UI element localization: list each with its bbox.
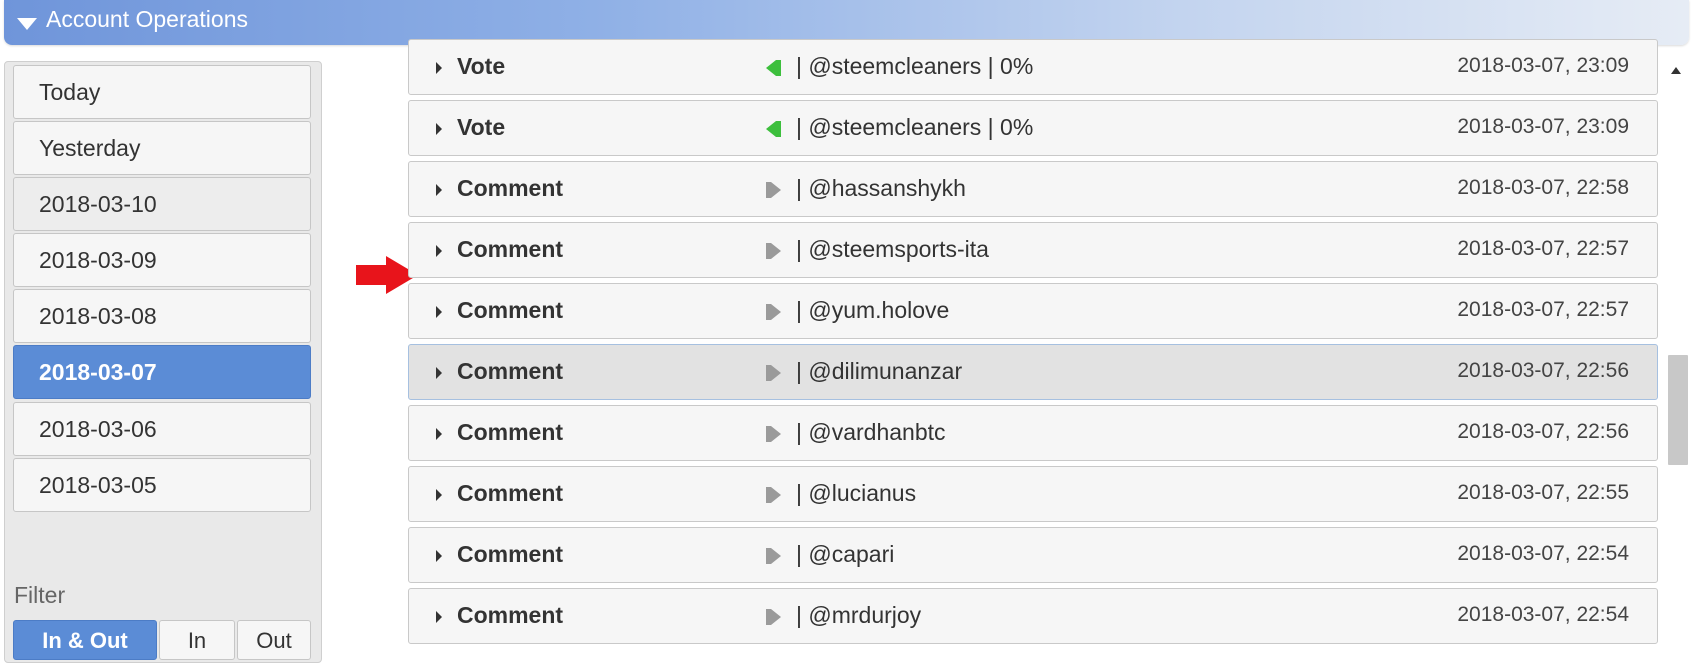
expand-caret-icon[interactable] [436, 550, 442, 562]
expand-caret-icon[interactable] [436, 184, 442, 196]
operation-timestamp: 2018-03-07, 23:09 [1457, 54, 1629, 77]
incoming-vote-icon [766, 60, 781, 76]
date-button-2018-03-08[interactable]: 2018-03-08 [13, 289, 311, 343]
scroll-up-arrow-icon[interactable] [1671, 67, 1681, 74]
operation-type: Comment [457, 541, 564, 567]
date-button-yesterday[interactable]: Yesterday [13, 121, 311, 175]
expand-caret-icon[interactable] [436, 245, 442, 257]
operation-type: Comment [457, 602, 564, 628]
operations-list: Vote | @steemcleaners | 0% 2018-03-07, 23:… [408, 0, 1658, 644]
operation-timestamp: 2018-03-07, 22:56 [1457, 359, 1629, 382]
date-button-2018-03-05[interactable]: 2018-03-05 [13, 458, 311, 512]
operation-timestamp: 2018-03-07, 22:58 [1457, 176, 1629, 199]
operation-row[interactable]: Comment | @lucianus 2018-03-07, 22:55 [408, 466, 1658, 522]
date-button-2018-03-06[interactable]: 2018-03-06 [13, 402, 311, 456]
operation-row[interactable]: Vote | @steemcleaners | 0% 2018-03-07, 23:… [408, 100, 1658, 156]
operation-target: | @steemcleaners | 0% [796, 114, 1034, 140]
filter-in-button[interactable]: In [159, 620, 235, 660]
operation-row[interactable]: Comment | @dilimunanzar 2018-03-07, 22:56 [408, 344, 1658, 400]
operation-type: Comment [457, 358, 564, 384]
operation-row[interactable]: Vote | @steemcleaners | 0% 2018-03-07, 23:… [408, 39, 1658, 95]
operation-target: | @dilimunanzar [796, 358, 963, 384]
operation-row[interactable]: Comment | @steemsports-ita 2018-03-07, 22:… [408, 222, 1658, 278]
expand-caret-icon[interactable] [436, 611, 442, 623]
operation-type: Comment [457, 480, 564, 506]
operation-timestamp: 2018-03-07, 22:57 [1457, 298, 1629, 321]
scrollbar-thumb[interactable] [1668, 355, 1688, 465]
operation-target: | @capari [796, 541, 895, 567]
operation-target: | @mrdurjoy [796, 602, 922, 628]
operation-type: Comment [457, 297, 564, 323]
expand-caret-icon[interactable] [436, 428, 442, 440]
filter-label: Filter [14, 582, 66, 608]
date-button-today[interactable]: Today [13, 65, 311, 119]
scrollbar[interactable] [1666, 55, 1688, 642]
expand-caret-icon[interactable] [436, 367, 442, 379]
expand-caret-icon[interactable] [436, 306, 442, 318]
operation-timestamp: 2018-03-07, 23:09 [1457, 115, 1629, 138]
date-sidebar: Today Yesterday 2018-03-10 2018-03-09 2018-0… [4, 61, 322, 663]
outgoing-comment-icon [766, 243, 781, 259]
outgoing-comment-icon [766, 182, 781, 198]
expand-caret-icon[interactable] [436, 62, 442, 74]
outgoing-comment-icon [766, 426, 781, 442]
operation-type: Comment [457, 175, 564, 201]
operation-row[interactable]: Comment | @vardhanbtc 2018-03-07, 22:56 [408, 405, 1658, 461]
operation-row[interactable]: Comment | @mrdurjoy 2018-03-07, 22:54 [408, 588, 1658, 644]
operation-target: | @hassanshykh [796, 175, 966, 201]
operation-timestamp: 2018-03-07, 22:54 [1457, 603, 1629, 626]
operation-target: | @vardhanbtc [796, 419, 946, 445]
operation-row[interactable]: Comment | @hassanshykh 2018-03-07, 22:58 [408, 161, 1658, 217]
date-button-2018-03-07[interactable]: 2018-03-07 [13, 345, 311, 399]
outgoing-comment-icon [766, 304, 781, 320]
operation-timestamp: 2018-03-07, 22:55 [1457, 481, 1629, 504]
outgoing-comment-icon [766, 609, 781, 625]
operation-type: Comment [457, 236, 564, 262]
operation-row[interactable]: Comment | @capari 2018-03-07, 22:54 [408, 527, 1658, 583]
operation-row[interactable]: Comment | @yum.holove 2018-03-07, 22:57 [408, 283, 1658, 339]
filter-out-button[interactable]: Out [237, 620, 311, 660]
operation-target: | @steemcleaners | 0% [796, 53, 1034, 79]
incoming-vote-icon [766, 121, 781, 137]
operation-target: | @yum.holove [796, 297, 950, 323]
expand-caret-icon[interactable] [436, 123, 442, 135]
operation-target: | @lucianus [796, 480, 917, 506]
date-button-2018-03-09[interactable]: 2018-03-09 [13, 233, 311, 287]
outgoing-comment-icon [766, 548, 781, 564]
operation-type: Vote [457, 114, 506, 140]
date-button-2018-03-10[interactable]: 2018-03-10 [13, 177, 311, 231]
filter-in-out-button[interactable]: In & Out [13, 620, 157, 660]
header-title: Account Operations [46, 6, 249, 32]
outgoing-comment-icon [766, 365, 781, 381]
operation-type: Vote [457, 53, 506, 79]
operation-target: | @steemsports-ita [796, 236, 989, 262]
operation-type: Comment [457, 419, 564, 445]
operation-timestamp: 2018-03-07, 22:56 [1457, 420, 1629, 443]
outgoing-comment-icon [766, 487, 781, 503]
operation-timestamp: 2018-03-07, 22:54 [1457, 542, 1629, 565]
expand-caret-icon[interactable] [436, 489, 442, 501]
collapse-triangle-icon [17, 18, 37, 30]
operation-timestamp: 2018-03-07, 22:57 [1457, 237, 1629, 260]
